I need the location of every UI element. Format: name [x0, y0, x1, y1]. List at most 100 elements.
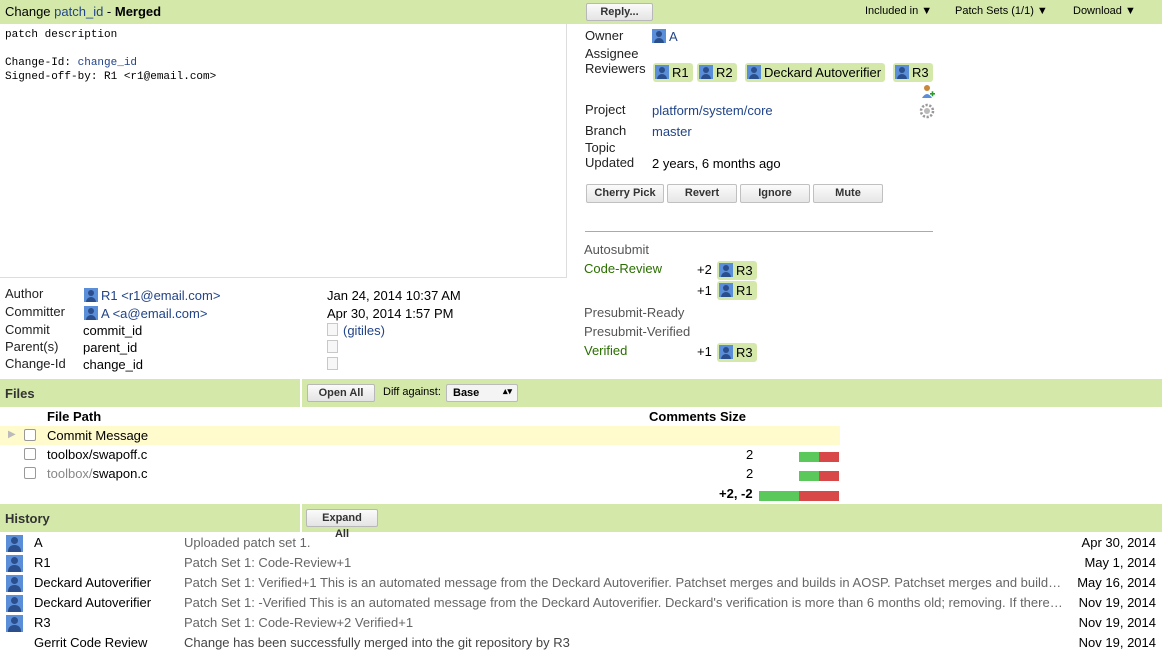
reviewer-chip[interactable]: R2: [697, 63, 737, 82]
history-date: Nov 19, 2014: [1078, 595, 1156, 610]
files-total: +2, -2: [719, 486, 753, 501]
committer-value[interactable]: A <a@email.com>: [84, 306, 207, 321]
reviewers-label: Reviewers: [585, 61, 646, 76]
expand-all-button[interactable]: Expand All: [306, 509, 378, 540]
reply-button[interactable]: Reply...: [586, 3, 653, 21]
download-menu[interactable]: Download ▼: [1073, 5, 1136, 17]
author-link[interactable]: R1 <r1@email.com>: [101, 288, 220, 303]
user-avatar-icon: [84, 306, 98, 320]
col-file-path: File Path: [47, 409, 102, 424]
file-name[interactable]: toolbox/swapoff.c: [47, 447, 147, 462]
included-in-menu[interactable]: Included in ▼: [865, 5, 932, 17]
vote-score: +1: [697, 344, 712, 359]
history-section-bar: History Expand All: [0, 504, 1162, 540]
diff-against-select[interactable]: Base ▴▾: [446, 384, 518, 402]
reviewer-chip[interactable]: R3: [893, 63, 933, 82]
reviewer-chip[interactable]: R1: [653, 63, 693, 82]
history-row[interactable]: Gerrit Code Review Change has been succe…: [0, 633, 1162, 653]
committer-date: Apr 30, 2014 1:57 PM: [327, 306, 454, 321]
branch-link[interactable]: master: [652, 124, 692, 139]
size-bar: [799, 450, 839, 462]
cherry-pick-button[interactable]: Cherry Pick: [586, 184, 664, 203]
copy-icon[interactable]: [327, 323, 338, 336]
section-divider: [300, 504, 302, 532]
label-code-review: Code-Review: [584, 261, 663, 276]
reviewer-chip[interactable]: Deckard Autoverifier: [745, 63, 886, 82]
history-author: R3: [34, 615, 51, 630]
parents-label: Parent(s): [5, 339, 59, 354]
copy-icon[interactable]: [327, 357, 338, 370]
history-date: May 1, 2014: [1084, 555, 1156, 570]
author-value[interactable]: R1 <r1@email.com>: [84, 288, 220, 303]
user-avatar-icon: [747, 65, 761, 79]
vote-user-chip[interactable]: R3: [717, 261, 757, 280]
history-message: Patch Set 1: -Verified This is an automa…: [184, 595, 1064, 610]
reviewed-checkbox[interactable]: [24, 429, 36, 441]
vote-user-chip[interactable]: R3: [717, 343, 757, 362]
committer-link[interactable]: A <a@email.com>: [101, 306, 207, 321]
files-title: Files: [5, 386, 35, 401]
vote-score: +1: [697, 283, 712, 298]
change-title-prefix: Change: [5, 4, 55, 19]
project-link[interactable]: platform/system/core: [652, 103, 773, 118]
history-message: Patch Set 1: Code-Review+2 Verified+1: [184, 615, 414, 630]
history-date: Nov 19, 2014: [1078, 635, 1156, 650]
history-row[interactable]: R3 Patch Set 1: Code-Review+2 Verified+1…: [0, 613, 1162, 633]
change-title-separator: -: [103, 4, 115, 19]
gitiles-link[interactable]: (gitiles): [343, 323, 385, 338]
user-avatar-icon: [6, 535, 23, 552]
owner-label: Owner: [585, 28, 624, 43]
size-removed: [819, 471, 839, 481]
history-row[interactable]: A Uploaded patch set 1. Apr 30, 2014: [0, 533, 1162, 553]
history-author: A: [34, 535, 43, 550]
change-title: Change patch_id - Merged: [5, 4, 161, 19]
commit-message-changeid-label: Change-Id:: [5, 57, 78, 69]
user-avatar-icon: [84, 288, 98, 302]
user-avatar-icon: [6, 615, 23, 632]
ignore-button[interactable]: Ignore: [740, 184, 810, 203]
section-divider: [300, 379, 302, 407]
file-name[interactable]: Commit Message: [47, 428, 148, 443]
file-name-text: Commit Message: [47, 428, 149, 443]
file-row[interactable]: ▶ Commit Message: [0, 426, 840, 445]
file-row[interactable]: toolbox/swapon.c 2: [0, 464, 840, 483]
reviewed-checkbox[interactable]: [24, 467, 36, 479]
history-row[interactable]: Deckard Autoverifier Patch Set 1: -Verif…: [0, 593, 1162, 613]
file-name[interactable]: toolbox/swapon.c: [47, 466, 147, 481]
history-author: Deckard Autoverifier: [34, 575, 152, 590]
history-date: Apr 30, 2014: [1081, 535, 1156, 550]
col-comments: Comments: [649, 409, 717, 424]
commit-message-changeid-link[interactable]: change_id: [78, 57, 137, 69]
revert-button[interactable]: Revert: [667, 184, 737, 203]
file-name-text: toolbox/swapoff.c: [47, 447, 148, 462]
owner-value[interactable]: A: [652, 29, 678, 44]
gear-icon[interactable]: [919, 103, 935, 119]
commit-message-signoff: Signed-off-by: R1 <r1@email.com>: [5, 71, 217, 83]
history-row[interactable]: Deckard Autoverifier Patch Set 1: Verifi…: [0, 573, 1162, 593]
reviewed-checkbox[interactable]: [24, 448, 36, 460]
committer-label: Committer: [5, 304, 65, 319]
vote-user-chip[interactable]: R1: [717, 281, 757, 300]
vote-score: +2: [697, 262, 712, 277]
file-row[interactable]: toolbox/swapoff.c 2: [0, 445, 840, 464]
mute-button[interactable]: Mute: [813, 184, 883, 203]
change-header-bar: Change patch_id - Merged Reply... Includ…: [0, 0, 1162, 24]
label-presubmit-verified: Presubmit-Verified: [584, 324, 691, 339]
reviewer-name: Deckard Autoverifier: [764, 65, 882, 80]
open-all-button[interactable]: Open All: [307, 384, 375, 402]
history-date: Nov 19, 2014: [1078, 615, 1156, 630]
copy-icon[interactable]: [327, 340, 338, 353]
user-avatar-icon: [719, 263, 733, 277]
user-avatar-icon: [699, 65, 713, 79]
history-author: Gerrit Code Review: [34, 635, 148, 650]
vote-user-name: R1: [736, 283, 753, 298]
file-name-text: swapon.c: [92, 466, 148, 481]
add-reviewer-icon[interactable]: [920, 84, 935, 99]
size-removed: [799, 491, 839, 501]
history-row[interactable]: R1 Patch Set 1: Code-Review+1 May 1, 201…: [0, 553, 1162, 573]
patch-sets-menu[interactable]: Patch Sets (1/1) ▼: [955, 5, 1048, 17]
commit-id: commit_id: [83, 323, 143, 338]
size-added: [799, 452, 819, 462]
patch-id-link[interactable]: patch_id: [54, 4, 103, 19]
owner-name[interactable]: A: [669, 29, 678, 44]
